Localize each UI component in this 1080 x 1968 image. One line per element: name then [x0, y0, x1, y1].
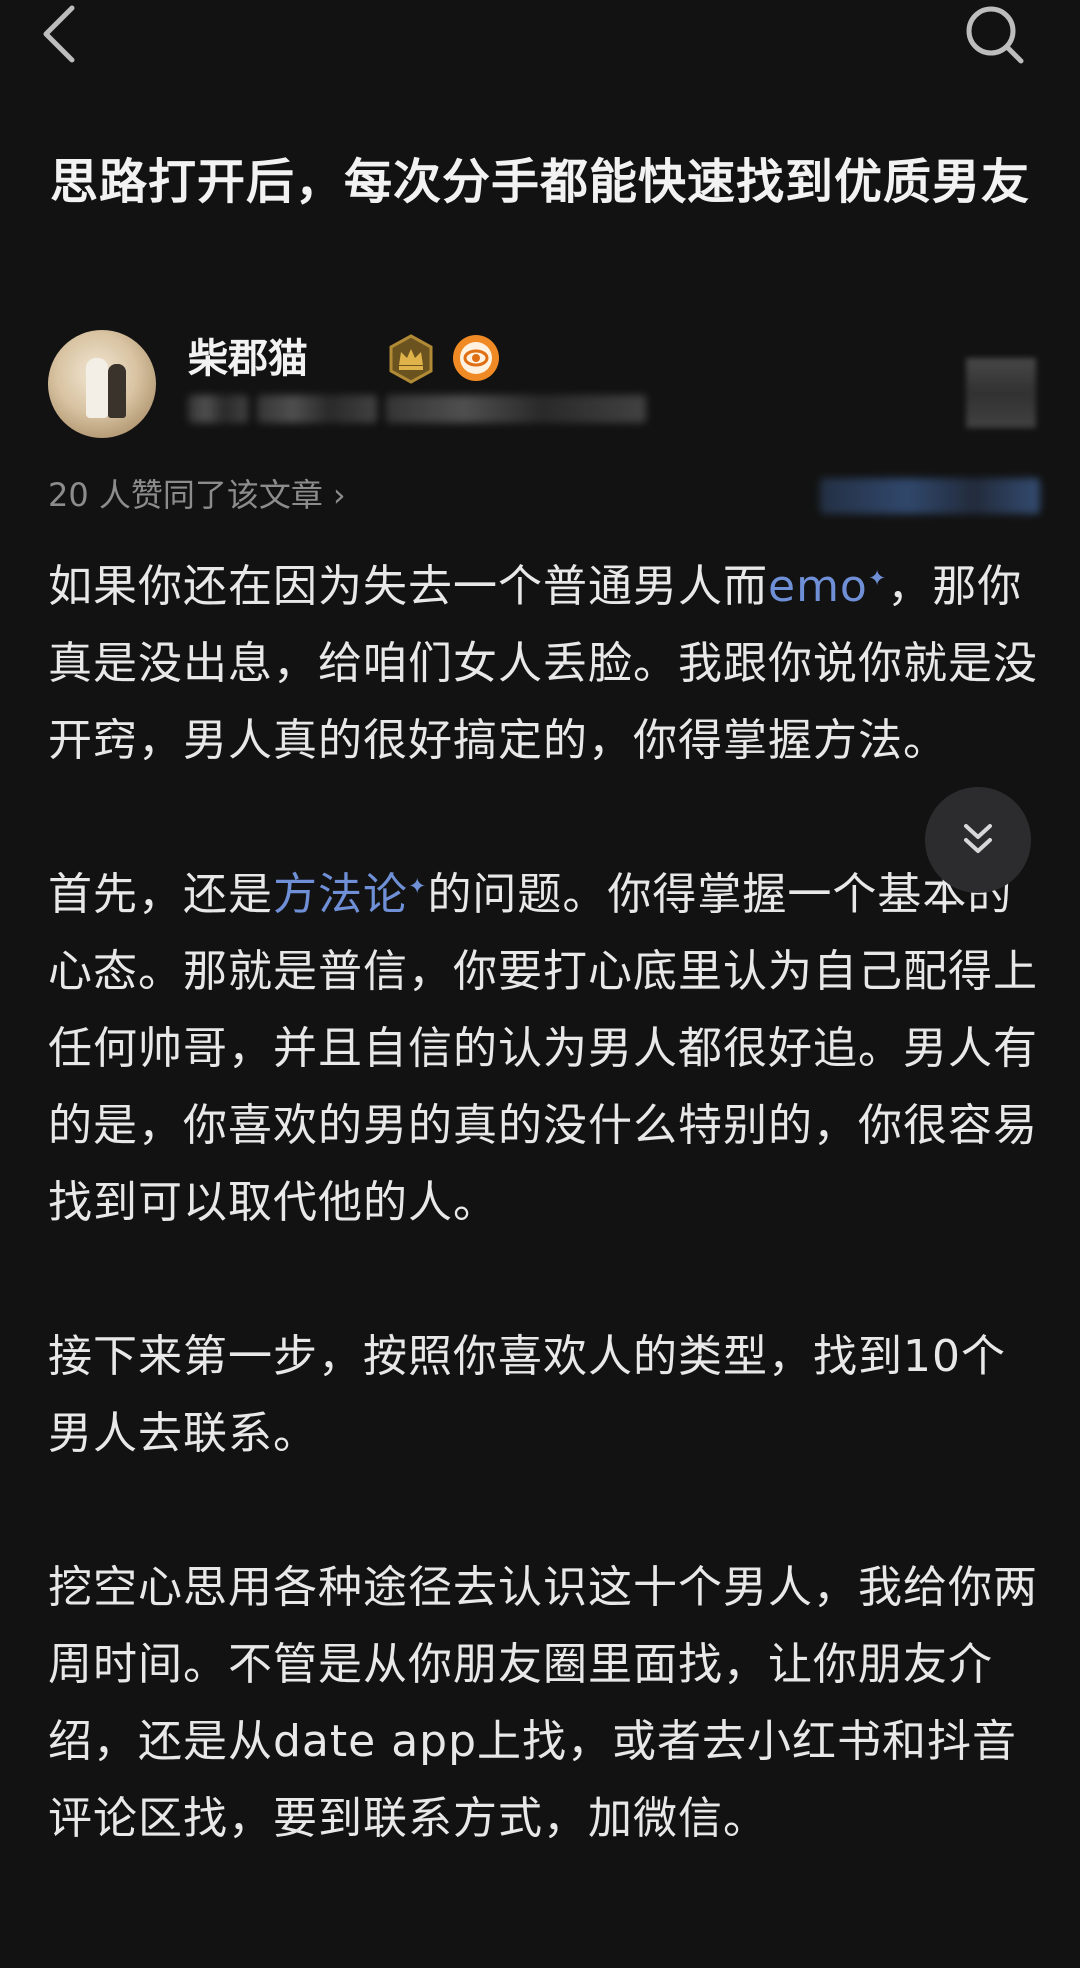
crown-badge-icon[interactable]	[386, 334, 436, 384]
orange-eye-badge-icon[interactable]	[450, 332, 502, 384]
likes-row[interactable]: 20 人赞同了该文章 ›	[48, 470, 346, 520]
author-name[interactable]: 柴郡猫	[188, 334, 308, 384]
search-icon	[966, 6, 1024, 64]
search-button[interactable]	[960, 0, 1030, 70]
avatar[interactable]	[48, 330, 156, 438]
author-row: 柴郡猫	[48, 330, 1038, 440]
paragraph: 首先，还是方法论✦的问题。你得掌握一个基本的心态。那就是普信，你要打心底里认为自…	[48, 869, 1038, 1228]
top-bar	[0, 0, 1080, 70]
chevron-right-icon: ›	[332, 476, 346, 514]
chevron-left-icon	[43, 5, 75, 63]
paragraph: 接下来第一步，按照你喜欢人的类型，找到10个男人去联系。	[48, 1331, 1006, 1459]
scroll-down-button[interactable]	[925, 787, 1031, 893]
likes-text: 20 人赞同了该文章	[48, 476, 323, 514]
author-description-redacted	[188, 388, 708, 428]
paragraph: 挖空心思用各种途径去认识这十个男人，我给你两周时间。不管是从你朋友圈里面找，让你…	[48, 1562, 1038, 1844]
follow-button-redacted[interactable]	[966, 358, 1036, 428]
redacted-info	[820, 478, 1040, 514]
sparkle-icon: ✦	[867, 566, 888, 592]
emo-link[interactable]: emo	[768, 561, 868, 612]
double-chevron-down-icon	[964, 824, 992, 853]
methodology-link[interactable]: 方法论	[273, 869, 408, 920]
paragraph: 如果你还在因为失去一个普通男人而emo✦，那你真是没出息，给咱们女人丢脸。我跟你…	[48, 561, 1038, 766]
article-title: 思路打开后，每次分手都能快速找到优质男友	[50, 154, 1031, 210]
article-body: 如果你还在因为失去一个普通男人而emo✦，那你真是没出息，给咱们女人丢脸。我跟你…	[48, 548, 1038, 1934]
back-button[interactable]	[40, 2, 100, 66]
sparkle-icon: ✦	[408, 874, 428, 900]
